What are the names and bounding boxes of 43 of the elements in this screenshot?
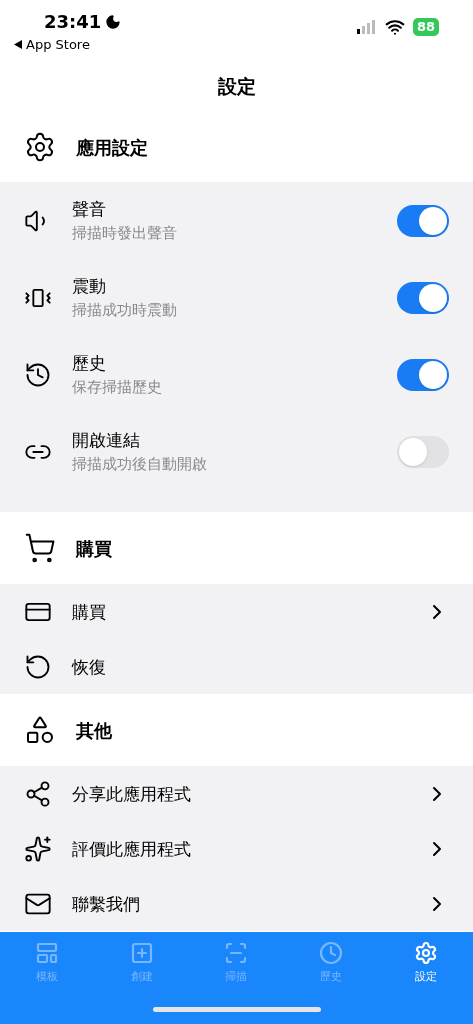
row-label: 聲音 <box>72 197 107 221</box>
moon-icon <box>105 13 122 30</box>
row-label: 開啟連結 <box>72 428 141 452</box>
tab-item[interactable]: 掃描 <box>189 932 284 994</box>
row-subtitle: 掃描成功後自動開啟 <box>72 453 208 475</box>
gear-icon <box>24 131 56 163</box>
row-label: 聯繫我們 <box>72 892 141 916</box>
cart-icon <box>24 532 56 564</box>
row-subtitle: 掃描時發出聲音 <box>72 222 178 244</box>
tab-item[interactable]: 創建 <box>94 932 190 994</box>
section-title: 購買 <box>76 536 112 561</box>
row-label: 震動 <box>72 274 107 298</box>
share-icon <box>24 779 52 808</box>
row-subtitle: 掃描成功時震動 <box>72 299 178 321</box>
row-label: 恢復 <box>72 655 107 679</box>
clock-time: 23:41 <box>44 10 102 34</box>
scan-icon <box>224 940 249 965</box>
row-label: 歷史 <box>72 351 107 375</box>
shapes-icon <box>24 714 56 746</box>
settings-icon <box>413 940 438 965</box>
tab-item[interactable]: 設定 <box>378 932 473 994</box>
signal-icon <box>356 20 377 34</box>
toggle-switch[interactable] <box>397 435 449 468</box>
row-subtitle: 保存掃描歷史 <box>72 376 163 398</box>
wifi-icon <box>384 17 405 37</box>
tab-item[interactable]: 歷史 <box>283 932 379 994</box>
section-title: 應用設定 <box>76 135 148 160</box>
back-arrow-icon <box>14 40 22 50</box>
tab-item[interactable]: 模板 <box>0 932 95 994</box>
row-label: 分享此應用程式 <box>72 782 192 806</box>
toggle-switch[interactable] <box>397 358 449 391</box>
page-title: 設定 <box>217 73 256 99</box>
back-link[interactable]: App Store <box>14 35 122 55</box>
plus-icon <box>129 940 154 965</box>
toggle-switch[interactable] <box>397 281 449 314</box>
clock-icon <box>319 940 344 965</box>
row-label: 購買 <box>72 600 107 624</box>
battery-indicator: 88 <box>412 18 439 36</box>
toggle-switch[interactable] <box>397 204 449 237</box>
row-label: 評價此應用程式 <box>72 837 192 861</box>
section-title: 其他 <box>76 718 112 743</box>
template-icon <box>35 940 60 965</box>
star-icon <box>24 834 52 863</box>
